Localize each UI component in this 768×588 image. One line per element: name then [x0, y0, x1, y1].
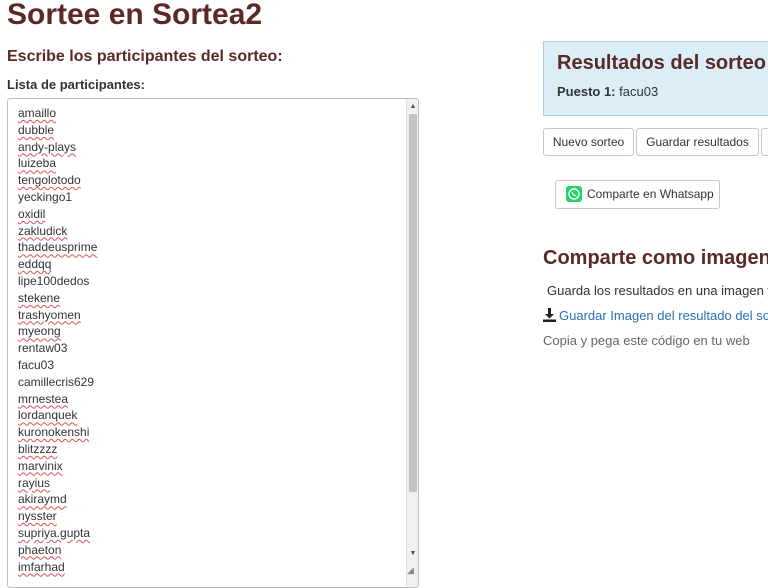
download-image-label: Guardar Imagen del resultado del so — [559, 308, 768, 323]
winner-name: facu03 — [619, 84, 659, 99]
participant-item: luizeba — [18, 156, 57, 171]
new-draw-button[interactable]: Nuevo sorteo — [543, 128, 634, 156]
participant-item: eddqq — [18, 257, 52, 272]
download-image-link[interactable]: Guardar Imagen del resultado del so — [543, 308, 768, 323]
page-title: Sortee en Sortea2 — [7, 0, 263, 31]
resize-handle-icon[interactable]: ◢ — [407, 565, 417, 575]
participant-item: phaeton — [18, 542, 62, 557]
result-position-1: Puesto 1: facu03 — [557, 84, 658, 99]
participant-item: zakludick — [18, 223, 68, 238]
participant-item: amaillo — [18, 106, 57, 120]
participant-item: thaddeusprime — [18, 240, 98, 255]
participant-item: mrnestea — [18, 391, 69, 406]
scroll-up-arrow-icon[interactable]: ▲ — [407, 100, 418, 113]
share-description: Guarda los resultados en una imagen y — [547, 283, 768, 298]
participant-item: marvinix — [18, 458, 63, 473]
participant-item: yeckingo1 — [18, 189, 73, 204]
whatsapp-share-label: Comparte en Whatsapp — [587, 187, 714, 201]
results-panel: Resultados del sorteo Puesto 1: facu03 — [543, 41, 768, 116]
position-label: Puesto 1: — [557, 84, 616, 99]
participants-heading: Escribe los participantes del sorteo: — [7, 48, 283, 65]
download-icon — [543, 308, 556, 322]
participant-item: rentaw03 — [18, 341, 68, 356]
participant-item: trashyomen — [18, 307, 81, 322]
participant-item: kuronokenshi — [18, 425, 90, 440]
participant-item: facu03 — [18, 357, 55, 372]
participant-item: lordanquek — [18, 408, 78, 423]
participant-item: myeong — [18, 324, 61, 339]
more-button[interactable] — [761, 128, 768, 156]
participant-item: andy-plays — [18, 139, 77, 154]
whatsapp-share-button[interactable]: Comparte en Whatsapp — [555, 180, 720, 209]
participant-item: supriya.gupta — [18, 525, 91, 540]
participant-item: camillecris629 — [18, 374, 95, 389]
participant-item: imfarhad — [18, 559, 65, 574]
copy-code-text: Copia y pega este código en tu web — [543, 333, 750, 348]
scroll-thumb[interactable] — [409, 114, 417, 492]
save-results-button[interactable]: Guardar resultados — [636, 128, 759, 156]
textarea-scrollbar[interactable]: ▲ ▼ — [406, 99, 418, 587]
scroll-down-arrow-icon[interactable]: ▼ — [407, 547, 418, 560]
whatsapp-icon — [566, 186, 582, 202]
participant-item: tengolotodo — [18, 173, 81, 188]
participant-item: rayius — [18, 475, 51, 490]
share-image-heading: Comparte como imagen — [543, 247, 768, 269]
participants-list-label: Lista de participantes: — [7, 77, 145, 92]
participants-textarea[interactable]: amaillo dubble andy-plays luizeba tengolotod… — [7, 98, 419, 588]
participant-item: stekene — [18, 290, 61, 305]
participant-item: lipe100dedos — [18, 273, 90, 288]
participant-item: dubble — [18, 122, 55, 137]
participant-item: blitzzzz — [18, 441, 58, 456]
participant-item: oxidil — [18, 206, 46, 221]
participants-list: amaillo dubble andy-plays luizeba tengolotod… — [18, 105, 97, 575]
participant-item: nysster — [18, 509, 57, 524]
results-title: Resultados del sorteo — [557, 52, 766, 74]
participant-item: akiraymd — [18, 492, 67, 507]
